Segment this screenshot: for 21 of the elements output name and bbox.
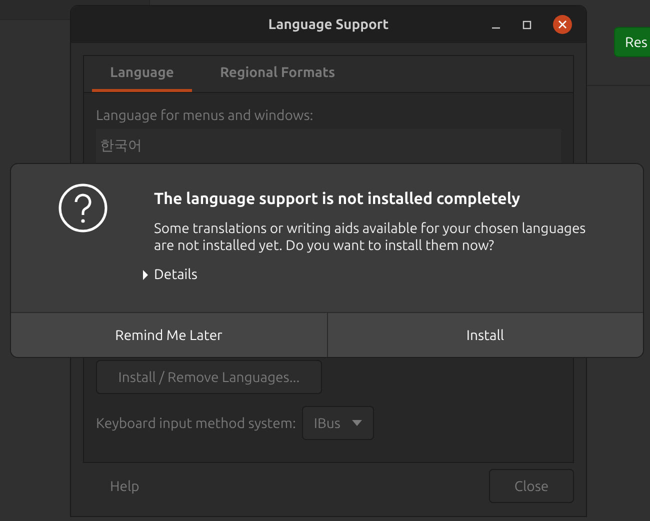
dialog-button[interactable]: Remind Me Later [11,313,326,357]
close-icon[interactable] [553,15,572,34]
list-item[interactable]: 한국어 [100,135,557,156]
tab[interactable]: Regional Formats [202,56,354,92]
install-remove-button[interactable]: Install / Remove Languages... [96,360,322,394]
tab[interactable]: Language [92,56,192,92]
details-expander[interactable]: Details [142,264,586,285]
maximize-icon[interactable] [522,20,532,30]
dialog-message: Some translations or writing aids available for your chosen languages are not installed yet. Do you want to install them now? [154,220,586,254]
field-label: Language for menus and windows: [96,106,314,125]
question-icon [58,183,108,233]
window-title: Language Support [268,15,389,34]
caret-icon [352,420,362,426]
dialog-heading: The language support is not installed completely [154,189,522,210]
background-button[interactable]: Res [614,27,650,57]
expander-icon [142,270,149,280]
close-button[interactable]: Close [489,469,574,503]
field-label: Keyboard input method system: [96,414,296,433]
input-method-dropdown[interactable]: IBus [302,406,374,440]
dialog-button[interactable]: Install [326,313,643,357]
help-button[interactable]: Help [83,469,166,503]
